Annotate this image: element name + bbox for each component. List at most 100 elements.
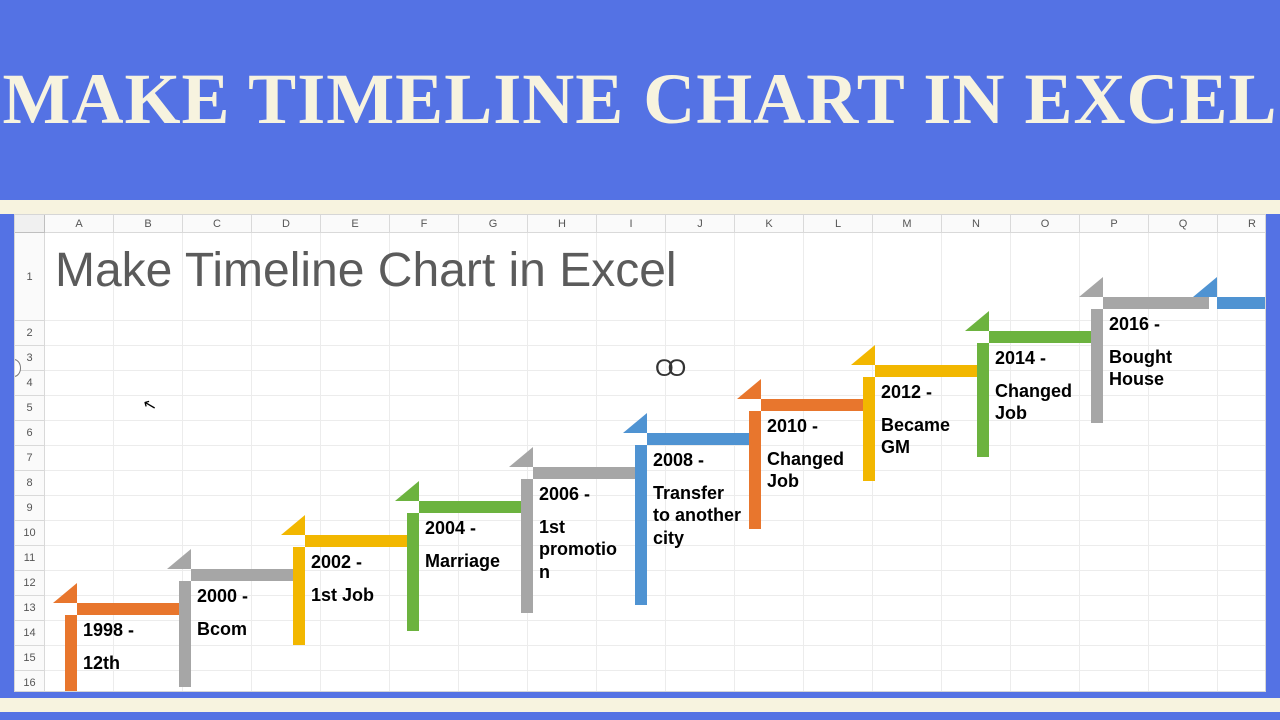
step-year: 2010 - [767, 415, 855, 438]
step-cap [281, 511, 411, 547]
step-wall [635, 445, 647, 605]
step-bar [191, 569, 297, 581]
step-year: 2008 - [653, 449, 741, 472]
row-header[interactable]: 1 [15, 233, 45, 321]
divider-top [0, 200, 1280, 214]
step-event: Bcom [197, 618, 285, 641]
step-wall [293, 547, 305, 645]
banner-title: MAKE TIMELINE CHART IN EXCEL [2, 62, 1277, 138]
step-label: 1998 -12th [83, 619, 171, 674]
triangle-icon [281, 515, 305, 535]
triangle-icon [965, 311, 989, 331]
step-label: 2016 - Bought House [1109, 313, 1197, 391]
step-cap [965, 307, 1095, 343]
row-header[interactable]: 5 [15, 396, 45, 421]
triangle-icon [623, 413, 647, 433]
step-wall [749, 411, 761, 529]
triangle-icon [1079, 277, 1103, 297]
step-event: 1st promotion [539, 516, 627, 584]
spreadsheet: ABCDEFGHIJKLMNOPQR 123456789101112131415… [14, 214, 1266, 692]
step-bar [419, 501, 525, 513]
step-event: Marriage [425, 550, 513, 573]
row-headers: 123456789101112131415161718 [15, 233, 45, 691]
step-year: 2002 - [311, 551, 399, 574]
column-header[interactable]: D [252, 215, 321, 233]
step-bar [533, 467, 639, 479]
row-header[interactable]: 10 [15, 521, 45, 546]
step-cap [395, 477, 525, 513]
row-header[interactable]: 4 [15, 371, 45, 396]
row-header[interactable]: 6 [15, 421, 45, 446]
step-event: Bought House [1109, 346, 1197, 391]
step-year: 2004 - [425, 517, 513, 540]
column-header[interactable]: A [45, 215, 114, 233]
column-header[interactable]: O [1011, 215, 1080, 233]
column-header[interactable]: E [321, 215, 390, 233]
step-year: 2012 - [881, 381, 969, 404]
column-header[interactable]: L [804, 215, 873, 233]
timeline-step: 2010 -Changed Job [737, 375, 867, 411]
triangle-icon [395, 481, 419, 501]
step-year: 2000 - [197, 585, 285, 608]
step-event: Transfer to another city [653, 482, 741, 550]
step-label: 2006 -1st promotion [539, 483, 627, 583]
step-year: 2016 - [1109, 313, 1197, 336]
step-event: Changed Job [995, 380, 1083, 425]
column-header[interactable]: C [183, 215, 252, 233]
step-label: 2008 - Transfer to another city [653, 449, 741, 549]
step-event: Changed Job [767, 448, 855, 493]
column-header[interactable]: N [942, 215, 1011, 233]
triangle-icon [851, 345, 875, 365]
step-bar [1217, 297, 1266, 309]
step-bar [761, 399, 867, 411]
step-bar [77, 603, 183, 615]
triangle-icon [737, 379, 761, 399]
step-label: 2010 - Changed Job [767, 415, 855, 493]
row-header[interactable]: 2 [15, 321, 45, 346]
column-header[interactable]: Q [1149, 215, 1218, 233]
row-header[interactable]: 8 [15, 471, 45, 496]
timeline-step: 2016 -Bought House [1079, 273, 1209, 309]
row-header[interactable]: 16 [15, 671, 45, 692]
column-header[interactable]: G [459, 215, 528, 233]
column-header[interactable]: P [1080, 215, 1149, 233]
step-label: 2012 - Became GM [881, 381, 969, 459]
select-all-corner[interactable] [15, 215, 45, 233]
step-year: 2014 - [995, 347, 1083, 370]
triangle-icon [509, 447, 533, 467]
timeline-step: 2008 -Transfer to another city [623, 409, 753, 445]
step-wall [1091, 309, 1103, 423]
row-header[interactable]: 12 [15, 571, 45, 596]
column-header[interactable]: K [735, 215, 804, 233]
triangle-icon [167, 549, 191, 569]
step-cap [167, 545, 297, 581]
column-header[interactable]: H [528, 215, 597, 233]
column-header[interactable]: I [597, 215, 666, 233]
step-bar [305, 535, 411, 547]
column-header[interactable]: F [390, 215, 459, 233]
timeline-step: 2006 -1st promotion [509, 443, 639, 479]
step-wall [521, 479, 533, 613]
column-header[interactable]: J [666, 215, 735, 233]
loop-icon: OO [655, 355, 680, 383]
step-wall [179, 581, 191, 687]
column-headers: ABCDEFGHIJKLMNOPQR [45, 215, 1265, 233]
step-event: 1st Job [311, 584, 399, 607]
row-header[interactable]: 15 [15, 646, 45, 671]
step-cap [737, 375, 867, 411]
column-header[interactable]: R [1218, 215, 1266, 233]
step-cap [53, 579, 183, 615]
row-header[interactable]: 13 [15, 596, 45, 621]
timeline-step-tail [1193, 273, 1266, 309]
triangle-icon [1193, 277, 1217, 297]
step-cap [509, 443, 639, 479]
row-header[interactable]: 9 [15, 496, 45, 521]
row-header[interactable]: 7 [15, 446, 45, 471]
column-header[interactable]: B [114, 215, 183, 233]
triangle-icon [53, 583, 77, 603]
timeline-step: 2002 -1st Job [281, 511, 411, 547]
row-header[interactable]: 11 [15, 546, 45, 571]
row-header[interactable]: 14 [15, 621, 45, 646]
step-event: Became GM [881, 414, 969, 459]
column-header[interactable]: M [873, 215, 942, 233]
